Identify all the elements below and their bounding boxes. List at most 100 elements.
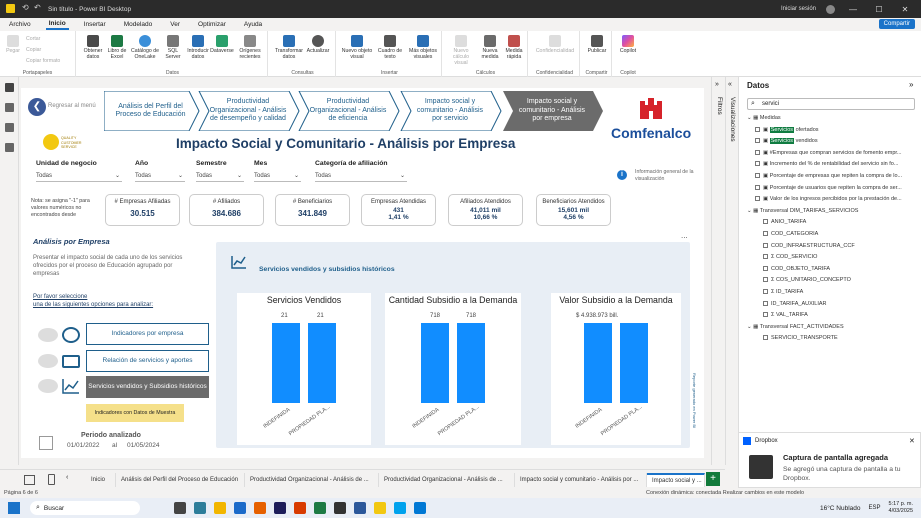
page-tab[interactable]: Inicio <box>86 473 116 487</box>
tree-field[interactable]: COD_OBJETO_TARIFA <box>763 266 830 272</box>
page-tab[interactable]: Impacto social y ... <box>647 473 705 487</box>
checkbox[interactable] <box>755 138 760 144</box>
taskbar-search[interactable]: ⌕ Buscar <box>30 501 140 515</box>
bar[interactable] <box>272 323 300 403</box>
onelake-button[interactable]: Catálogo de OneLake <box>130 35 160 60</box>
checkbox[interactable] <box>755 196 760 202</box>
paste-button[interactable]: Pegar <box>4 35 22 54</box>
save-icon[interactable]: ⟲ <box>22 3 29 12</box>
filters-label[interactable]: Filtros <box>716 97 723 115</box>
tree-table[interactable]: ⌄ ▦ Transversal FACT_ACTIVIDADES <box>747 324 844 330</box>
slicer-mes[interactable]: Mes Todas ⌄ <box>254 160 301 182</box>
powerpoint-icon[interactable] <box>294 502 306 514</box>
weather-widget[interactable]: 16°C Nublado <box>820 505 861 512</box>
relacion-servicios-aportes-button[interactable]: Relación de servicios y aportes <box>86 350 209 372</box>
get-data-button[interactable]: Obtener datos <box>82 35 104 60</box>
publish-button[interactable]: Publicar <box>584 35 610 54</box>
page-tab[interactable]: Productividad Organizacional - Análisis … <box>379 473 515 487</box>
checkbox[interactable] <box>755 173 760 179</box>
premiere-icon[interactable] <box>274 502 286 514</box>
dax-query-icon[interactable] <box>5 143 14 152</box>
collapse-icon[interactable]: » <box>909 80 913 89</box>
clock[interactable]: 5:17 p. m. 4/03/2025 <box>889 501 913 515</box>
maximize-button[interactable]: ☐ <box>871 5 887 14</box>
cut-button[interactable]: Cortar <box>26 36 40 42</box>
word-icon[interactable] <box>354 502 366 514</box>
bar[interactable] <box>421 323 449 403</box>
tree-field[interactable]: ▣ Porcentaje de empresas que repiten la … <box>755 173 902 179</box>
checkbox[interactable] <box>755 161 760 167</box>
slicer-anio[interactable]: Año Todas ⌄ <box>135 160 185 182</box>
avatar-icon[interactable] <box>826 4 835 14</box>
tree-field[interactable]: ▣ #Empresas que compran servicios de fom… <box>755 150 902 156</box>
sql-button[interactable]: SQL Server <box>162 35 184 60</box>
back-arrow-icon[interactable]: ❮ <box>28 98 46 116</box>
bar[interactable] <box>584 323 612 403</box>
tree-field[interactable]: COD_CATEGORIA <box>763 231 818 237</box>
copilot-button[interactable]: Copilot <box>616 35 640 54</box>
share-button[interactable]: Compartir <box>878 19 915 29</box>
checkbox[interactable] <box>763 219 768 225</box>
report-view-icon[interactable] <box>5 83 14 92</box>
mobile-view-icon[interactable] <box>48 474 55 485</box>
checkbox[interactable] <box>763 277 768 283</box>
menu-insertar[interactable]: Insertar <box>81 20 109 29</box>
checkbox[interactable] <box>755 126 760 132</box>
tree-field[interactable]: Σ COD_SERVICIO <box>763 254 817 260</box>
indicadores-por-empresa-button[interactable]: Indicadores por empresa <box>86 323 209 345</box>
skype-icon[interactable] <box>394 502 406 514</box>
page-tab[interactable]: Productividad Organizacional - Análisis … <box>245 473 379 487</box>
tree-field[interactable]: ID_TARIFA_AUXILIAR <box>763 301 827 307</box>
recent-sources-button[interactable]: Orígenes recientes <box>236 35 264 60</box>
nav-impacto-empresa[interactable]: Impacto social y comunitario - Análisis … <box>503 91 603 131</box>
new-measure-button[interactable]: Nueva medida <box>478 35 502 60</box>
tree-field[interactable]: Σ VAL_TARIFA <box>763 312 808 318</box>
servicios-subsidios-button[interactable]: Servicios vendidos y Subsidios histórico… <box>86 376 209 398</box>
explorer-icon[interactable] <box>214 502 226 514</box>
page-tab[interactable]: Impacto social y comunitario - Análisis … <box>515 473 647 487</box>
close-icon[interactable]: ✕ <box>909 437 915 445</box>
bar[interactable] <box>620 323 648 403</box>
checkbox[interactable] <box>763 242 768 248</box>
menu-inicio[interactable]: Inicio <box>45 19 69 30</box>
info-icon[interactable]: i <box>617 170 627 180</box>
checkbox[interactable] <box>763 265 768 271</box>
tree-field[interactable]: ▣ Incremento del % de rentabilidad del s… <box>755 161 898 167</box>
page-tab[interactable]: Análisis del Perfil del Proceso de Educa… <box>116 473 245 487</box>
checkbox[interactable] <box>763 300 768 306</box>
tree-table[interactable]: ⌄ ▦ Transversal DIM_TARIFAS_SERVICIOS <box>747 208 858 214</box>
sensitivity-button[interactable]: Confidencialidad <box>532 35 578 54</box>
windows-start-icon[interactable] <box>8 502 20 514</box>
checkbox[interactable] <box>763 335 768 341</box>
tree-table[interactable]: ⌄ ▦ Medidas <box>747 115 781 121</box>
close-button[interactable]: ✕ <box>897 5 913 14</box>
collapse-icon[interactable]: » <box>715 81 719 88</box>
slicer-categoria-afiliacion[interactable]: Categoría de afiliación Todas ⌄ <box>315 160 407 182</box>
nav-productividad-eficiencia[interactable]: Productividad Organizacional - Análisis … <box>299 91 399 131</box>
tree-field[interactable]: ▣ Porcentaje de usuarios que repiten la … <box>755 185 902 191</box>
desktop-view-icon[interactable] <box>24 475 35 485</box>
tree-field[interactable]: ▣ Servicios vendidos <box>755 138 818 145</box>
prev-page-icon[interactable]: ‹ <box>66 474 68 481</box>
quick-measure-button[interactable]: Medida rápida <box>502 35 526 60</box>
tree-field[interactable]: SERVICIO_TRANSPORTE <box>763 335 838 341</box>
checkbox[interactable] <box>763 231 768 237</box>
menu-ver[interactable]: Ver <box>167 20 183 29</box>
excel-button[interactable]: Libro de Excel <box>106 35 128 60</box>
new-visual-button[interactable]: Nuevo objeto visual <box>340 35 374 60</box>
expand-icon[interactable]: « <box>728 81 732 88</box>
nav-impacto-servicio[interactable]: Impacto social y comunitario - Análisis … <box>401 91 501 131</box>
bar[interactable] <box>457 323 485 403</box>
dropbox-toast[interactable]: Dropbox ✕ Captura de pantalla agregada S… <box>738 432 921 488</box>
menu-optimizar[interactable]: Optimizar <box>195 20 229 29</box>
refresh-button[interactable]: Actualizar <box>304 35 332 54</box>
minimize-button[interactable]: — <box>845 5 861 14</box>
menu-modelado[interactable]: Modelado <box>121 20 156 29</box>
filters-pane[interactable]: » Filtros <box>711 77 725 465</box>
steam-icon[interactable] <box>334 502 346 514</box>
excel-icon[interactable] <box>314 502 326 514</box>
tree-field[interactable]: ANIO_TARIFA <box>763 219 806 225</box>
checkbox[interactable] <box>763 254 768 260</box>
nav-productividad-desempeno[interactable]: Productividad Organizacional - Análisis … <box>199 91 299 131</box>
new-visual-calc-button[interactable]: Nuevo cálculo visual <box>446 35 476 66</box>
